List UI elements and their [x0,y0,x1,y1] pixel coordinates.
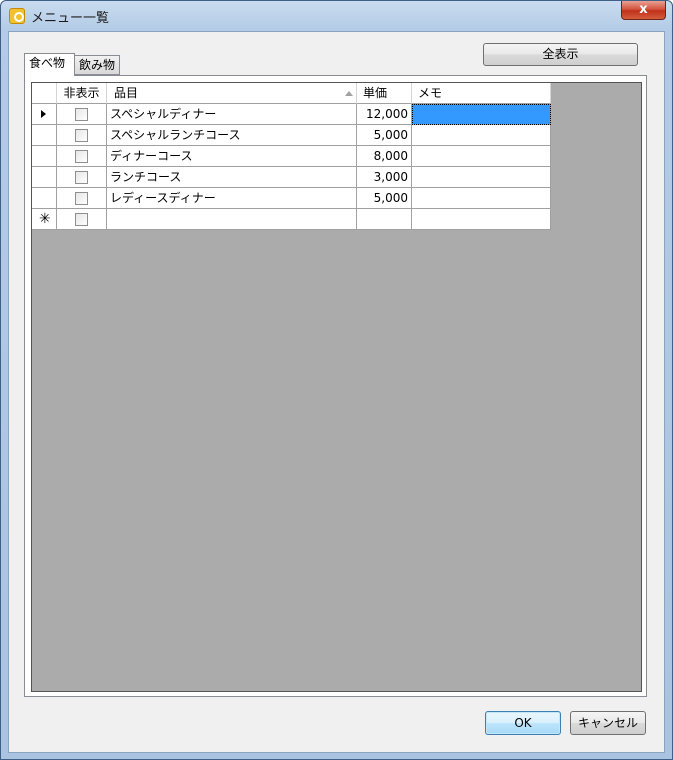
item-cell[interactable]: スペシャルランチコース [107,125,357,146]
hidden-checkbox[interactable] [75,150,88,163]
new-row[interactable]: ✳ [32,209,551,230]
price-cell[interactable]: 12,000 [357,104,412,125]
menu-data-grid[interactable]: 非表示 品目 単価 メモ スペシャルディナー 12,000 スペシャルランチコー… [31,82,642,692]
cancel-button[interactable]: キャンセル [570,711,646,735]
memo-cell[interactable] [412,125,551,146]
memo-cell-selected[interactable] [412,104,551,125]
app-icon [9,8,25,24]
table-row[interactable]: レディースディナー 5,000 [32,188,551,209]
price-cell[interactable]: 5,000 [357,125,412,146]
close-button[interactable]: x [621,1,666,20]
column-header-memo[interactable]: メモ [412,83,551,104]
row-header-corner[interactable] [32,83,57,104]
column-header-item-label: 品目 [114,86,139,100]
price-cell[interactable] [357,209,412,230]
hidden-cell [57,125,107,146]
memo-cell[interactable] [412,146,551,167]
memo-cell[interactable] [412,188,551,209]
hidden-cell [57,146,107,167]
ok-button[interactable]: OK [485,711,561,735]
table-row[interactable]: ディナーコース 8,000 [32,146,551,167]
price-cell[interactable]: 8,000 [357,146,412,167]
table-row[interactable]: スペシャルディナー 12,000 [32,104,551,125]
grid-header-row: 非表示 品目 単価 メモ [32,83,551,104]
sort-ascending-icon [345,91,353,96]
row-header[interactable] [32,146,57,167]
show-all-button[interactable]: 全表示 [483,43,638,66]
hidden-checkbox[interactable] [75,213,88,226]
price-cell[interactable]: 3,000 [357,167,412,188]
column-header-hidden[interactable]: 非表示 [57,83,107,104]
hidden-checkbox[interactable] [75,129,88,142]
table-row[interactable]: スペシャルランチコース 5,000 [32,125,551,146]
item-cell[interactable]: ディナーコース [107,146,357,167]
window-title: メニュー一覧 [31,11,110,26]
hidden-checkbox[interactable] [75,171,88,184]
row-header[interactable]: ✳ [32,209,57,230]
current-row-arrow-icon [41,110,46,118]
dialog-client-area: 全表示 食べ物 飲み物 非表示 品目 単価 メモ スペシャルディナー 12,00… [8,31,665,753]
hidden-cell [57,209,107,230]
item-cell[interactable]: レディースディナー [107,188,357,209]
tab-panel-food: 非表示 品目 単価 メモ スペシャルディナー 12,000 スペシャルランチコー… [24,75,647,697]
row-header[interactable] [32,188,57,209]
hidden-cell [57,188,107,209]
price-cell[interactable]: 5,000 [357,188,412,209]
hidden-cell [57,104,107,125]
column-header-item[interactable]: 品目 [107,83,357,104]
new-row-asterisk-icon: ✳ [39,211,51,227]
hidden-checkbox[interactable] [75,192,88,205]
item-cell[interactable]: ランチコース [107,167,357,188]
title-bar[interactable]: メニュー一覧 x [1,1,672,31]
tab-drinks[interactable]: 飲み物 [75,55,120,75]
hidden-checkbox[interactable] [75,108,88,121]
item-cell[interactable] [107,209,357,230]
row-header[interactable] [32,104,57,125]
row-header[interactable] [32,125,57,146]
memo-cell[interactable] [412,167,551,188]
item-cell[interactable]: スペシャルディナー [107,104,357,125]
hidden-cell [57,167,107,188]
memo-cell[interactable] [412,209,551,230]
column-header-price[interactable]: 単価 [357,83,412,104]
tab-food[interactable]: 食べ物 [24,53,75,76]
dialog-window: メニュー一覧 x 全表示 食べ物 飲み物 非表示 品目 単価 メモ スペシャルデ… [0,0,673,760]
row-header[interactable] [32,167,57,188]
table-row[interactable]: ランチコース 3,000 [32,167,551,188]
